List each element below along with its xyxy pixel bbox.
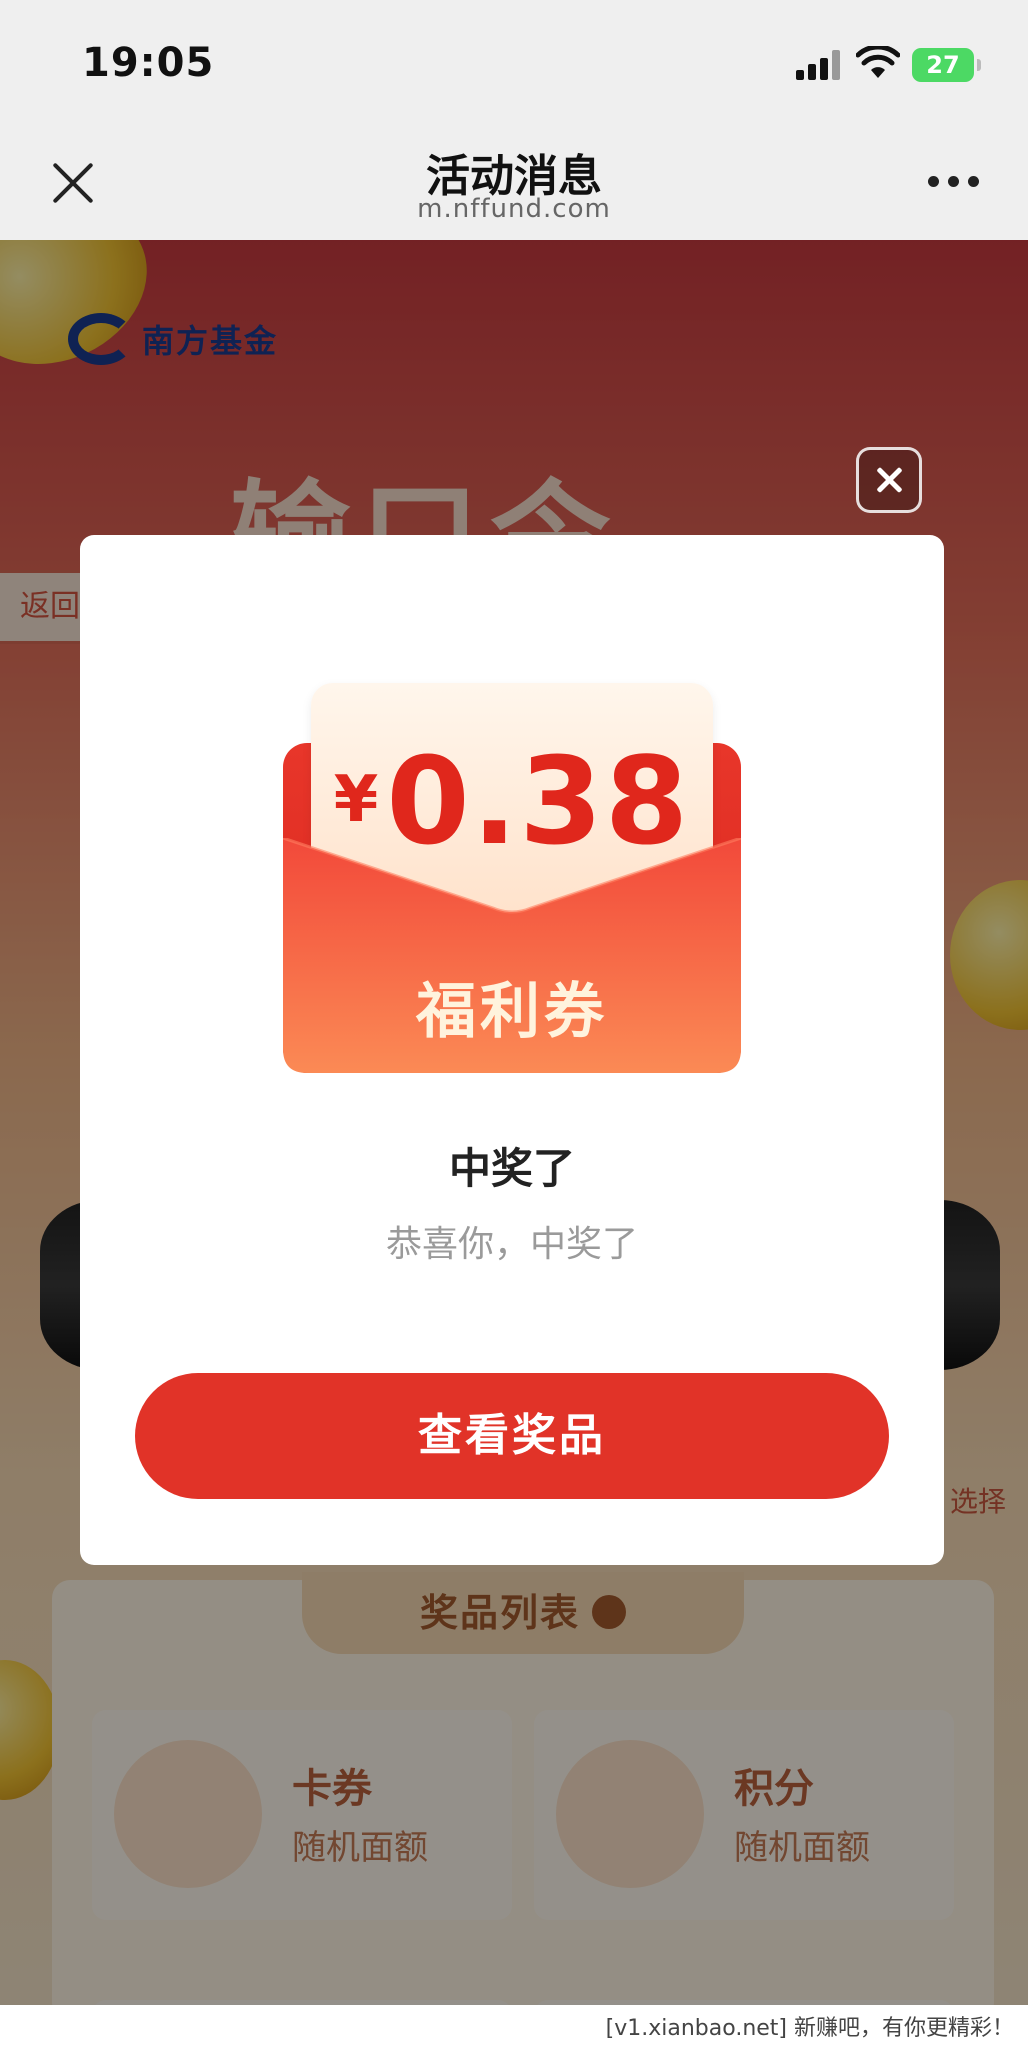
status-bar: 19:05 27	[0, 0, 1028, 120]
status-time: 19:05	[82, 40, 215, 86]
envelope-label: 福利券	[416, 977, 608, 1047]
cellular-signal-icon	[796, 50, 842, 80]
watermark-bar: [v1.xianbao.net] 新赚吧，有你更精彩！	[0, 2005, 1028, 2048]
battery-icon: 27	[912, 48, 981, 82]
view-prize-button[interactable]: 查看奖品	[135, 1373, 889, 1499]
prize-modal: ¥0.38 福利券 中奖了 恭喜你，中奖了 查看奖品	[80, 535, 944, 1565]
currency-symbol: ¥	[333, 763, 379, 837]
modal-subtitle: 恭喜你，中奖了	[385, 1224, 638, 1265]
nav-bar: 活动消息 m.nffund.com	[0, 120, 1028, 240]
watermark-text: [v1.xianbao.net] 新赚吧，有你更精彩！	[605, 2016, 1014, 2041]
more-menu-icon[interactable]	[928, 176, 980, 188]
page-url: m.nffund.com	[417, 194, 611, 224]
wifi-icon	[856, 46, 900, 78]
modal-title: 中奖了	[448, 1144, 575, 1193]
red-envelope-illustration: ¥0.38 福利券	[283, 683, 741, 1073]
modal-close-icon[interactable]	[856, 447, 922, 513]
battery-level: 27	[926, 51, 960, 79]
